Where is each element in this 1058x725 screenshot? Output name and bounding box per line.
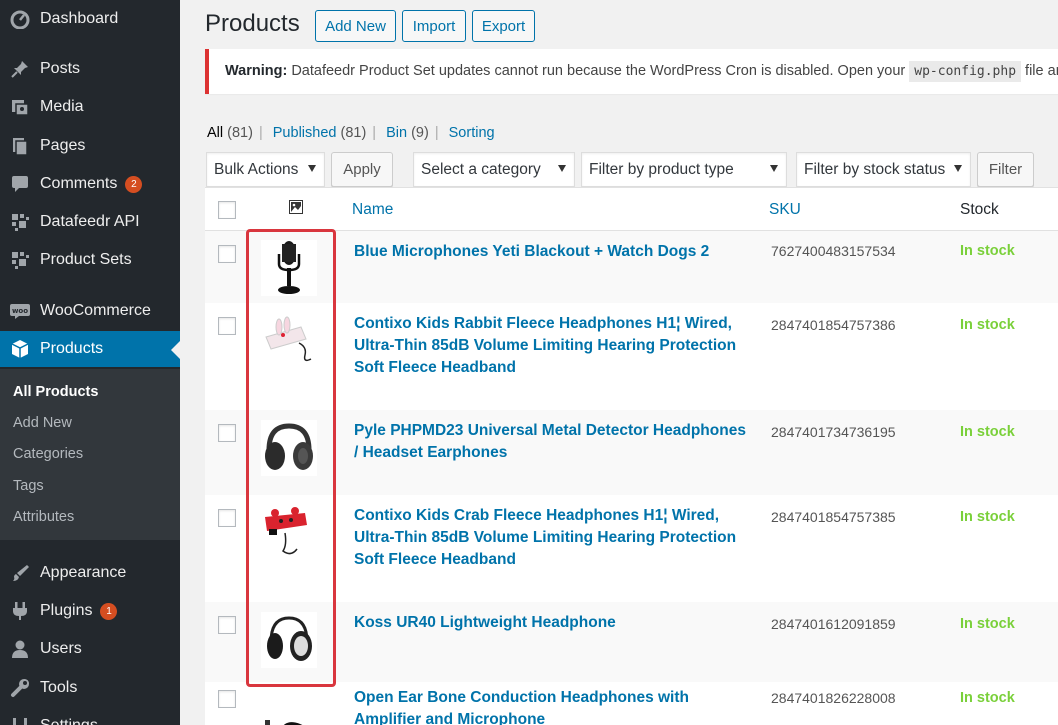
menu-woocommerce[interactable]: woo WooCommerce [0, 293, 180, 329]
view-filters: All (81) | Published (81) | Bin (9) | Sorti… [207, 125, 495, 141]
stock-status: In stock [960, 424, 1015, 440]
notice-code: wp-config.php [909, 61, 1022, 82]
filter-button[interactable]: Filter [977, 152, 1034, 187]
category-select[interactable]: Select a category [413, 152, 575, 187]
column-sku[interactable]: SKU [769, 201, 801, 219]
row-checkbox[interactable] [218, 245, 236, 263]
import-button[interactable]: Import [402, 10, 466, 42]
chevron-down-icon [558, 165, 566, 172]
menu-media[interactable]: Media [0, 89, 180, 125]
product-name-link[interactable]: Koss UR40 Lightweight Headphone [354, 612, 754, 634]
product-name-link[interactable]: Contixo Kids Rabbit Fleece Headphones H1… [354, 313, 754, 379]
select-all-checkbox[interactable] [218, 201, 236, 219]
wrench-icon [9, 677, 31, 699]
product-sku: 2847401826228008 [771, 690, 896, 706]
menu-posts[interactable]: Posts [0, 51, 180, 87]
comments-icon [9, 173, 31, 195]
chevron-down-icon [308, 165, 316, 172]
stock-status: In stock [960, 243, 1015, 259]
view-sorting[interactable]: Sorting [449, 125, 495, 141]
submenu-add-new[interactable]: Add New [13, 415, 72, 431]
menu-dashboard[interactable]: Dashboard [0, 1, 180, 37]
stock-status: In stock [960, 690, 1015, 706]
view-all[interactable]: All (81) [207, 125, 253, 141]
datafeedr-icon [9, 249, 31, 271]
bone-conduction-icon [265, 720, 303, 725]
dashboard-icon [9, 8, 31, 30]
product-name-link[interactable]: Blue Microphones Yeti Blackout + Watch D… [354, 241, 754, 263]
admin-sidebar: Dashboard Posts Media Pages Comments 2 D… [0, 0, 180, 725]
column-stock: Stock [960, 201, 999, 218]
product-name-link[interactable]: Pyle PHPMD23 Universal Metal Detector He… [354, 420, 754, 464]
stock-status: In stock [960, 317, 1015, 333]
row-checkbox[interactable] [218, 317, 236, 335]
chevron-down-icon [954, 165, 962, 172]
product-sku: 2847401612091859 [771, 616, 896, 632]
stock-status: In stock [960, 509, 1015, 525]
add-new-button[interactable]: Add New [315, 10, 396, 42]
products-submenu: All Products Add New Categories Tags Att… [0, 369, 180, 540]
datafeedr-icon [9, 211, 31, 233]
menu-users[interactable]: Users [0, 631, 180, 667]
notice-label: Warning: [225, 63, 288, 79]
menu-products[interactable]: Products [0, 331, 180, 367]
stock-status-select[interactable]: Filter by stock status [796, 152, 971, 187]
stock-status: In stock [960, 616, 1015, 632]
product-type-select[interactable]: Filter by product type [581, 152, 787, 187]
settings-icon [9, 715, 31, 725]
apply-button[interactable]: Apply [331, 152, 393, 187]
svg-text:woo: woo [12, 307, 28, 315]
submenu-categories[interactable]: Categories [13, 446, 83, 462]
submenu-tags[interactable]: Tags [13, 478, 44, 494]
plugins-count-badge: 1 [100, 602, 118, 620]
row-checkbox[interactable] [218, 509, 236, 527]
pages-icon [9, 135, 31, 157]
bulk-actions-select[interactable]: Bulk Actions [206, 152, 325, 187]
product-thumbnail[interactable] [261, 692, 317, 725]
image-column-icon [289, 200, 303, 219]
table-header: Name SKU Stock [205, 188, 1058, 231]
product-name-link[interactable]: Open Ear Bone Conduction Headphones with… [354, 687, 754, 725]
pin-icon [9, 58, 31, 80]
menu-appearance[interactable]: Appearance [0, 555, 180, 591]
column-name[interactable]: Name [352, 201, 393, 219]
row-checkbox[interactable] [218, 690, 236, 708]
submenu-attributes[interactable]: Attributes [13, 509, 74, 525]
brush-icon [9, 562, 31, 584]
woocommerce-icon: woo [9, 300, 31, 322]
users-icon [9, 638, 31, 660]
menu-comments[interactable]: Comments 2 [0, 166, 180, 202]
view-published[interactable]: Published (81) [273, 125, 367, 141]
plugin-icon [9, 600, 31, 622]
product-sku: 2847401854757385 [771, 509, 896, 525]
export-button[interactable]: Export [472, 10, 535, 42]
row-checkbox[interactable] [218, 616, 236, 634]
menu-tools[interactable]: Tools [0, 670, 180, 706]
cron-warning-notice: Warning: Datafeedr Product Set updates c… [205, 49, 1058, 94]
notice-tail: file and [1025, 63, 1058, 79]
menu-product-sets[interactable]: Product Sets [0, 242, 180, 278]
row-checkbox[interactable] [218, 424, 236, 442]
comments-count-badge: 2 [125, 175, 143, 193]
page-title: Products [205, 10, 300, 37]
media-icon [9, 96, 31, 118]
thumbnail-highlight-box [246, 229, 336, 687]
notice-text: Datafeedr Product Set updates cannot run… [287, 63, 910, 79]
menu-pages[interactable]: Pages [0, 128, 180, 164]
submenu-all-products[interactable]: All Products [13, 384, 98, 400]
menu-datafeedr-api[interactable]: Datafeedr API [0, 204, 180, 240]
product-sku: 2847401734736195 [771, 424, 896, 440]
table-row: Open Ear Bone Conduction Headphones with… [205, 682, 1058, 725]
chevron-down-icon [770, 165, 778, 172]
view-bin[interactable]: Bin (9) [386, 125, 429, 141]
product-sku: 7627400483157534 [771, 243, 896, 259]
products-icon [9, 338, 31, 360]
menu-plugins[interactable]: Plugins 1 [0, 593, 180, 629]
menu-settings[interactable]: Settings [0, 708, 180, 725]
product-name-link[interactable]: Contixo Kids Crab Fleece Headphones H1¦ … [354, 505, 754, 571]
product-sku: 2847401854757386 [771, 317, 896, 333]
